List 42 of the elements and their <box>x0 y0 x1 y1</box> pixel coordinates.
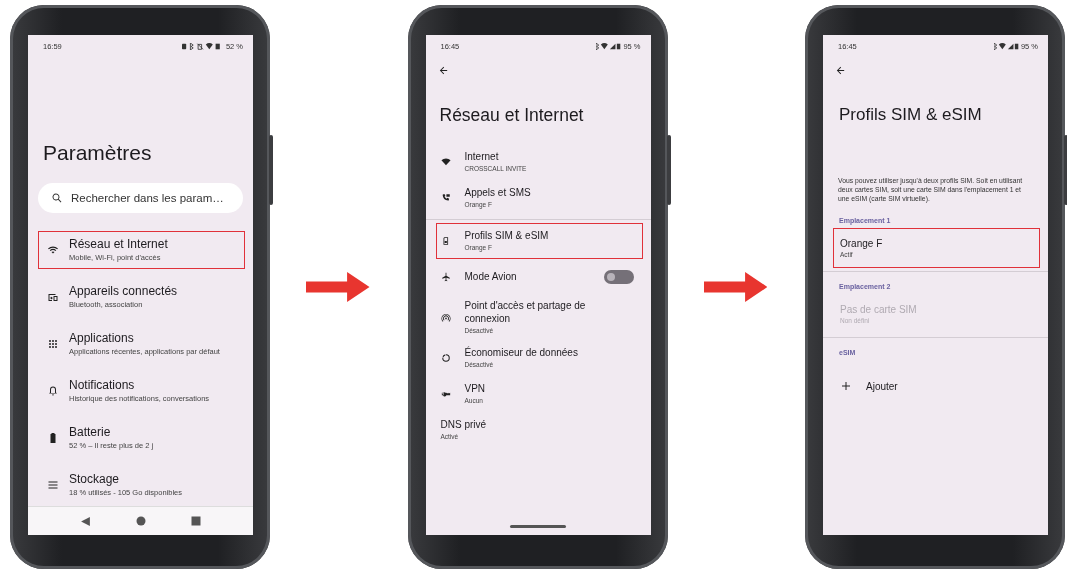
status-icons <box>596 42 622 50</box>
item-title: Réseau et Internet <box>69 237 168 252</box>
page-title: Paramètres <box>43 141 153 165</box>
item-title: Orange F <box>840 237 883 249</box>
item-title: Stockage <box>69 472 120 487</box>
item-title: Pas de carte SIM <box>840 303 917 315</box>
phone-icon <box>440 193 451 203</box>
item-title: Internet <box>464 150 499 164</box>
page-title: Profils SIM & eSIM <box>839 105 983 125</box>
item-title: DNS privé <box>440 418 487 432</box>
item-title: VPN <box>464 382 486 396</box>
item-title: Appareils connectés <box>69 284 178 299</box>
item-title: Point d'accès et partage de connexion <box>464 300 587 325</box>
back-icon[interactable] <box>80 515 91 527</box>
arrow <box>703 272 767 302</box>
item-title: Appels et SMS <box>464 186 531 200</box>
menu-lines-icon <box>47 479 59 491</box>
settings-item[interactable]: Mode Avion <box>435 259 643 295</box>
item-title: Mode Avion <box>464 270 517 284</box>
toggle-switch[interactable] <box>603 270 634 284</box>
wifi-icon <box>440 157 451 167</box>
search-icon <box>51 192 63 204</box>
data-saver-icon <box>440 353 451 364</box>
item-title: Notifications <box>69 378 135 393</box>
item-title: Économiseur de données <box>464 346 578 360</box>
bell-icon <box>47 385 59 397</box>
hotspot-icon <box>440 312 451 323</box>
item-title: Profils SIM & eSIM <box>464 229 549 243</box>
recents-icon[interactable] <box>191 516 201 526</box>
item-title: Ajouter <box>866 381 898 392</box>
page-title: Réseau et Internet <box>439 105 585 126</box>
app-grid-icon <box>47 338 59 350</box>
home-icon[interactable] <box>136 516 146 526</box>
devices-icon <box>47 291 59 303</box>
add-item[interactable]: Ajouter <box>833 366 1040 407</box>
wifi-icon <box>47 244 59 256</box>
search-field[interactable]: Rechercher dans les param… <box>38 183 243 213</box>
plus-icon <box>840 380 852 393</box>
item-title: Applications <box>69 331 134 346</box>
status-icons <box>993 42 1019 50</box>
item-title: Batterie <box>69 425 111 440</box>
arrow <box>306 272 370 302</box>
